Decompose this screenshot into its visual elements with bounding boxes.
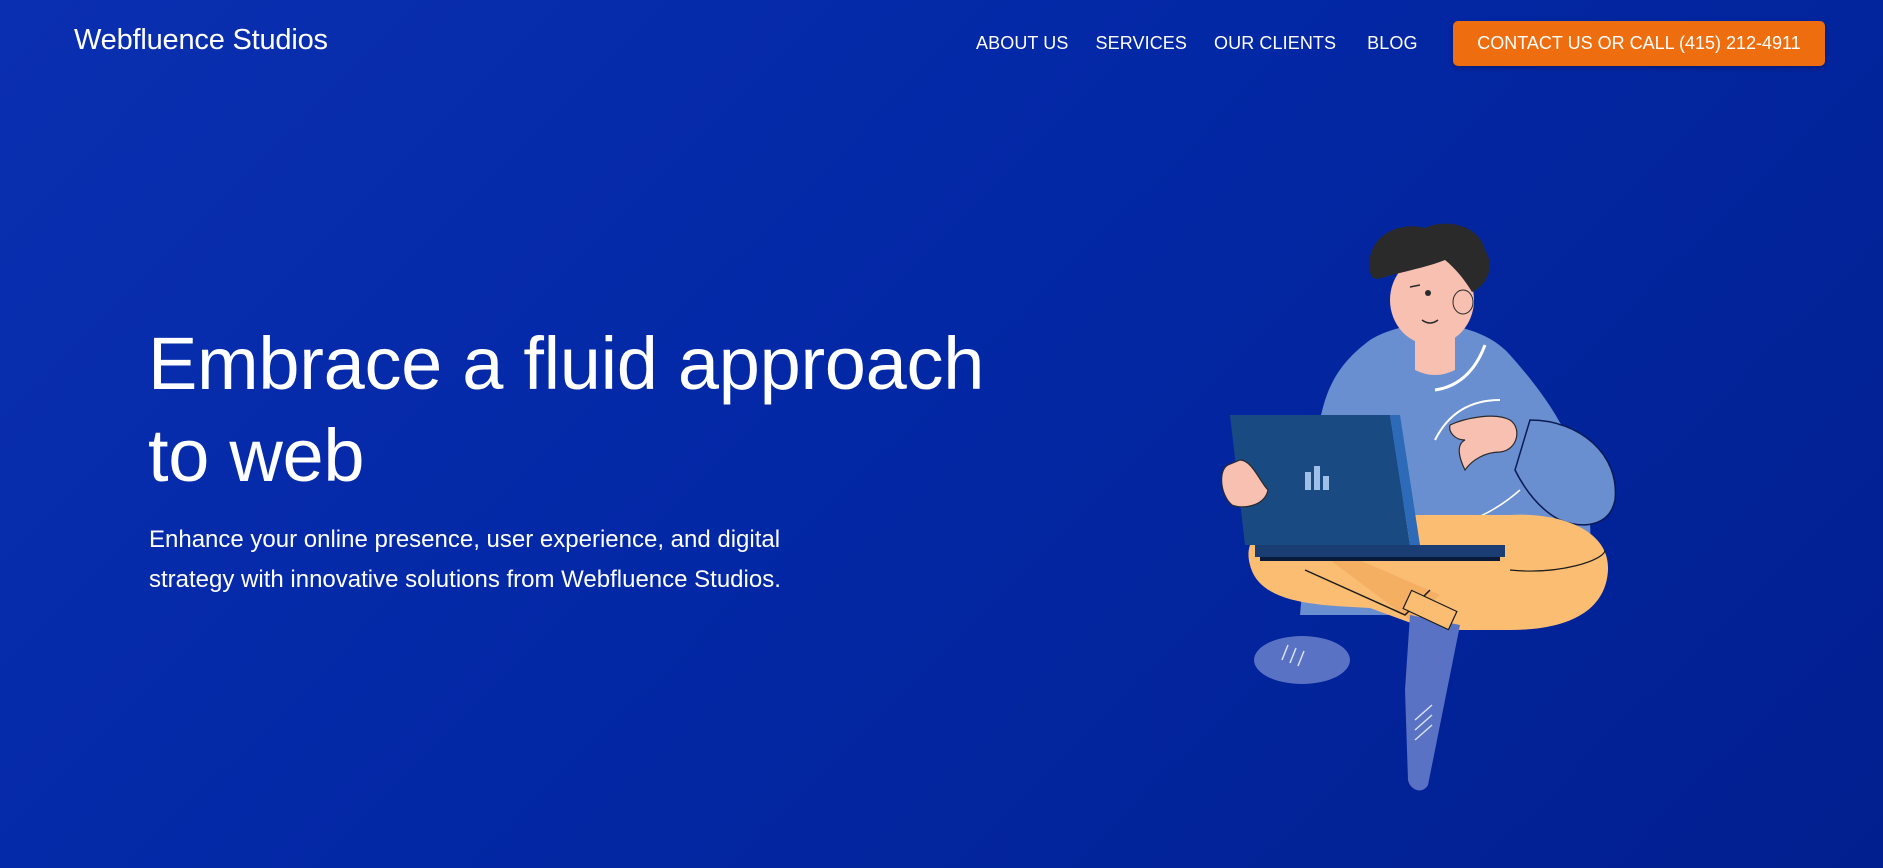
person-with-laptop-illustration — [1221, 223, 1617, 791]
nav-link-blog[interactable]: BLOG — [1367, 33, 1417, 54]
contact-cta-button[interactable]: CONTACT US OR CALL (415) 212-4911 — [1453, 21, 1825, 66]
right-shoe — [1405, 615, 1460, 791]
laptop-base — [1255, 545, 1505, 557]
brand-logo-link[interactable]: Webfluence Studios — [74, 24, 328, 57]
hero-subtitle: Enhance your online presence, user exper… — [149, 526, 781, 593]
hero-title: Embrace a fluid approach to web — [148, 322, 985, 497]
nav-link-our-clients[interactable]: OUR CLIENTS — [1214, 33, 1336, 54]
main-nav: ABOUT US SERVICES OUR CLIENTS BLOG — [976, 33, 1418, 54]
site-header: Webfluence Studios ABOUT US SERVICES OUR… — [0, 0, 1883, 86]
left-shoe — [1254, 636, 1350, 684]
nav-link-services[interactable]: SERVICES — [1096, 33, 1188, 54]
nav-link-about-us[interactable]: ABOUT US — [976, 33, 1069, 54]
